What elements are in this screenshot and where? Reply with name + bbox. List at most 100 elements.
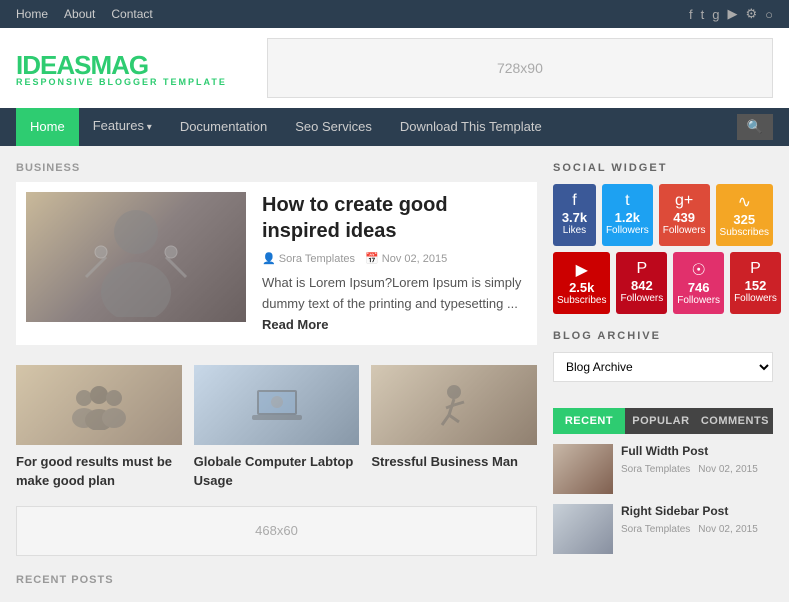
search-button[interactable]: 🔍 bbox=[737, 114, 773, 140]
logo-accent: MAG bbox=[90, 50, 148, 80]
google-plus-social-btn[interactable]: g+ 439 Followers bbox=[659, 184, 710, 246]
settings-icon[interactable]: ⚙ bbox=[745, 6, 757, 22]
pin-btn-icon: P bbox=[734, 260, 777, 278]
tab-comments[interactable]: COMMENTS bbox=[697, 408, 773, 434]
tab-recent[interactable]: RECENT bbox=[553, 408, 625, 434]
sidebar-tabs: RECENT POPULAR COMMENTS bbox=[553, 408, 773, 434]
nav-documentation[interactable]: Documentation bbox=[166, 108, 281, 146]
instagram-count: 746 bbox=[677, 280, 720, 295]
circle-icon[interactable]: ○ bbox=[765, 7, 773, 22]
youtube-social-btn[interactable]: ▶ 2.5k Subscribes bbox=[553, 252, 610, 314]
nav-search: 🔍 bbox=[737, 114, 773, 140]
recent-item-1-title: Full Width Post bbox=[621, 444, 773, 460]
small-post-2-title: Globale Computer Labtop Usage bbox=[194, 453, 360, 489]
business-section-label: BUSINESS bbox=[16, 162, 537, 174]
google-plus-count: 439 bbox=[663, 210, 706, 225]
recent-item-1-meta: Sora Templates Nov 02, 2015 bbox=[621, 464, 773, 475]
instagram-btn-icon: ☉ bbox=[677, 260, 720, 280]
small-post-1: For good results must be make good plan bbox=[16, 365, 182, 489]
social-widget: SOCIAL WIDGET f 3.7k Likes t 1.2k Follow… bbox=[553, 162, 773, 314]
recent-item-2-author: Sora Templates bbox=[621, 524, 690, 535]
small-post-2-image bbox=[194, 365, 360, 445]
recent-item-2-meta: Sora Templates Nov 02, 2015 bbox=[621, 524, 773, 535]
small-post-3-image bbox=[371, 365, 537, 445]
facebook-btn-icon: f bbox=[557, 192, 592, 210]
featured-post-date: Nov 02, 2015 bbox=[365, 252, 447, 265]
recent-item-2-content: Right Sidebar Post Sora Templates Nov 02… bbox=[621, 504, 773, 554]
twitter-icon[interactable]: t bbox=[701, 7, 705, 22]
pinterest-count: 842 bbox=[620, 278, 663, 293]
google-plus-label: Followers bbox=[663, 225, 706, 236]
logo-main: IDEAS bbox=[16, 50, 90, 80]
youtube-btn-icon: ▶ bbox=[557, 260, 606, 280]
small-post-1-title: For good results must be make good plan bbox=[16, 453, 182, 489]
rss-count: 325 bbox=[720, 212, 769, 227]
blog-archive-title: BLOG ARCHIVE bbox=[553, 330, 773, 342]
recent-item-2-date: Nov 02, 2015 bbox=[698, 524, 758, 535]
logo: IDEASMAG RESPONSIVE BLOGGER TEMPLATE bbox=[16, 50, 227, 87]
read-more-link[interactable]: Read More bbox=[262, 317, 328, 332]
recent-item-2-title: Right Sidebar Post bbox=[621, 504, 773, 520]
nav-features[interactable]: Features bbox=[79, 107, 166, 147]
featured-post-image bbox=[26, 192, 246, 322]
google-plus-btn-icon: g+ bbox=[663, 192, 706, 210]
small-post-3-title: Stressful Business Man bbox=[371, 453, 537, 471]
blog-archive-section: BLOG ARCHIVE Blog Archive bbox=[553, 330, 773, 392]
pinterest-social-btn[interactable]: P 842 Followers bbox=[616, 252, 667, 314]
main-nav: Home Features Documentation Seo Services… bbox=[0, 108, 789, 146]
twitter-label: Followers bbox=[606, 225, 649, 236]
facebook-social-btn[interactable]: f 3.7k Likes bbox=[553, 184, 596, 246]
instagram-social-btn[interactable]: ☉ 746 Followers bbox=[673, 252, 724, 314]
facebook-count: 3.7k bbox=[557, 210, 592, 225]
featured-post-content: How to create good inspired ideas Sora T… bbox=[262, 192, 527, 335]
pinterest-label: Followers bbox=[620, 293, 663, 304]
recent-item-1-date: Nov 02, 2015 bbox=[698, 464, 758, 475]
top-nav: Home About Contact f t g ▶ ⚙ ○ bbox=[0, 0, 789, 28]
youtube-icon[interactable]: ▶ bbox=[727, 6, 737, 22]
ad-banner-2: 468x60 bbox=[16, 506, 537, 556]
rss-social-btn[interactable]: ∿ 325 Subscribes bbox=[716, 184, 773, 246]
twitter-social-btn[interactable]: t 1.2k Followers bbox=[602, 184, 653, 246]
social-grid-bottom: ▶ 2.5k Subscribes P 842 Followers ☉ 746 … bbox=[553, 252, 773, 314]
rss-label: Subscribes bbox=[720, 227, 769, 238]
header: IDEASMAG RESPONSIVE BLOGGER TEMPLATE 728… bbox=[0, 28, 789, 108]
small-post-1-image bbox=[16, 365, 182, 445]
recent-item-2: Right Sidebar Post Sora Templates Nov 02… bbox=[553, 504, 773, 554]
blog-archive-select[interactable]: Blog Archive bbox=[553, 352, 773, 382]
nav-home[interactable]: Home bbox=[16, 0, 48, 28]
nav-home[interactable]: Home bbox=[16, 108, 79, 146]
featured-post: How to create good inspired ideas Sora T… bbox=[16, 182, 537, 345]
pin-social-btn[interactable]: P 152 Followers bbox=[730, 252, 781, 314]
youtube-label: Subscribes bbox=[557, 295, 606, 306]
small-posts-grid: For good results must be make good plan … bbox=[16, 365, 537, 489]
nav-seo-services[interactable]: Seo Services bbox=[281, 108, 386, 146]
twitter-btn-icon: t bbox=[606, 192, 649, 210]
pinterest-btn-icon: P bbox=[620, 260, 663, 278]
recent-posts-label: RECENT POSTS bbox=[16, 570, 537, 586]
content-wrapper: BUSINESS How to create good inspired ide… bbox=[0, 146, 789, 602]
logo-subtitle: RESPONSIVE BLOGGER TEMPLATE bbox=[16, 77, 227, 87]
tab-popular[interactable]: POPULAR bbox=[625, 408, 697, 434]
sidebar: SOCIAL WIDGET f 3.7k Likes t 1.2k Follow… bbox=[553, 162, 773, 586]
instagram-label: Followers bbox=[677, 295, 720, 306]
nav-about[interactable]: About bbox=[64, 0, 95, 28]
top-nav-links: Home About Contact bbox=[16, 0, 153, 28]
facebook-icon[interactable]: f bbox=[689, 7, 693, 22]
recent-item-1-content: Full Width Post Sora Templates Nov 02, 2… bbox=[621, 444, 773, 494]
nav-contact[interactable]: Contact bbox=[111, 0, 152, 28]
social-widget-title: SOCIAL WIDGET bbox=[553, 162, 773, 174]
featured-post-meta: Sora Templates Nov 02, 2015 bbox=[262, 252, 527, 265]
google-plus-icon[interactable]: g bbox=[712, 7, 719, 22]
small-post-3: Stressful Business Man bbox=[371, 365, 537, 489]
nav-download-template[interactable]: Download This Template bbox=[386, 108, 556, 146]
recent-item-2-image bbox=[553, 504, 613, 554]
recent-item-1-image bbox=[553, 444, 613, 494]
recent-item-1: Full Width Post Sora Templates Nov 02, 2… bbox=[553, 444, 773, 494]
featured-post-title: How to create good inspired ideas bbox=[262, 192, 527, 244]
header-ad-banner: 728x90 bbox=[267, 38, 773, 98]
recent-item-1-author: Sora Templates bbox=[621, 464, 690, 475]
small-post-2: Globale Computer Labtop Usage bbox=[194, 365, 360, 489]
top-nav-icons: f t g ▶ ⚙ ○ bbox=[689, 6, 773, 22]
twitter-count: 1.2k bbox=[606, 210, 649, 225]
facebook-label: Likes bbox=[557, 225, 592, 236]
